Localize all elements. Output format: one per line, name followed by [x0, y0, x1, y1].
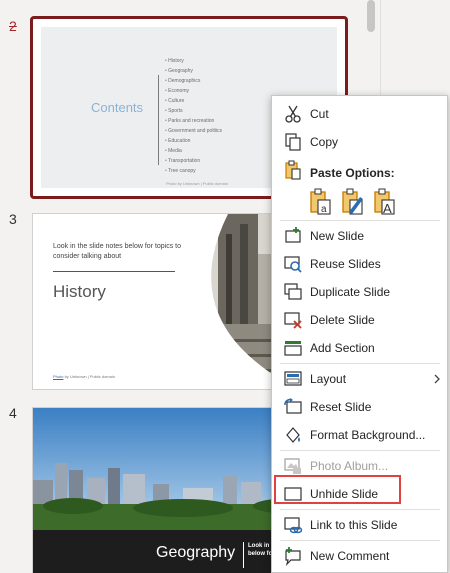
- paste-options-label: Paste Options:: [310, 166, 395, 180]
- menu-item-reset-slide[interactable]: Reset Slide: [272, 395, 447, 419]
- slide-3-credit-link[interactable]: Photo: [53, 374, 63, 379]
- list-item: Education: [165, 136, 222, 146]
- paste-text-only-icon[interactable]: A: [372, 188, 398, 216]
- menu-label: New Comment: [310, 549, 390, 563]
- new-slide-icon: [285, 227, 301, 243]
- slide-3-photo-credit: Photo by Unknown | Public domain: [53, 374, 115, 379]
- list-item: History: [165, 56, 222, 66]
- menu-label: Format Background...: [310, 428, 426, 442]
- new-comment-icon: [285, 547, 301, 566]
- list-item: Transportation: [165, 156, 222, 166]
- menu-label: Link to this Slide: [310, 518, 398, 532]
- menu-label: Duplicate Slide: [310, 285, 391, 299]
- menu-label: Copy: [310, 135, 339, 149]
- menu-label: Reset Slide: [310, 400, 372, 414]
- scissors-icon: [285, 105, 301, 123]
- list-item: Demographics: [165, 76, 222, 86]
- reset-slide-icon: [284, 398, 302, 414]
- slide-3-divider: [53, 271, 175, 272]
- svg-text:a: a: [321, 204, 327, 215]
- menu-separator: [280, 220, 440, 221]
- menu-item-new-comment[interactable]: New Comment: [272, 544, 447, 568]
- delete-slide-icon: [284, 312, 302, 329]
- paste-keep-source-icon[interactable]: a: [308, 188, 334, 216]
- menu-label: Layout: [310, 372, 347, 386]
- scroll-thumb[interactable]: [367, 0, 375, 32]
- add-section-icon: [284, 341, 302, 356]
- menu-item-delete-slide[interactable]: Delete Slide: [272, 308, 447, 332]
- list-item: Media: [165, 146, 222, 156]
- menu-label: Photo Album...: [310, 459, 389, 473]
- slide-number-2: 2: [9, 18, 17, 34]
- svg-text:A: A: [383, 201, 392, 216]
- paste-icon: [285, 160, 301, 180]
- menu-item-duplicate-slide[interactable]: Duplicate Slide: [272, 280, 447, 304]
- layout-icon: [284, 371, 302, 386]
- menu-item-new-slide[interactable]: New Slide: [272, 224, 447, 248]
- slide-3-credit-text: by Unknown | Public domain: [63, 374, 115, 379]
- slide-3-note: Look in the slide notes below for topics…: [53, 243, 182, 260]
- photo-album-icon: [284, 458, 301, 474]
- slide-2-title: Contents: [91, 100, 144, 115]
- slide-2-divider: [158, 75, 159, 165]
- menu-label: Delete Slide: [310, 313, 375, 327]
- slide-3-title: History: [53, 282, 106, 301]
- paste-picture-icon[interactable]: [340, 188, 366, 216]
- menu-label: Add Section: [310, 341, 375, 355]
- menu-separator: [280, 509, 440, 510]
- menu-label: New Slide: [310, 229, 365, 243]
- list-item: Government and politics: [165, 126, 222, 136]
- menu-item-add-section[interactable]: Add Section: [272, 336, 447, 360]
- list-item: Economy: [165, 86, 222, 96]
- menu-item-format-background[interactable]: Format Background...: [272, 423, 447, 447]
- link-icon: [284, 517, 303, 534]
- slide-4-title: Geography: [156, 544, 236, 561]
- menu-item-link-to-slide[interactable]: Link to this Slide: [272, 513, 447, 537]
- menu-item-reuse-slides[interactable]: Reuse Slides: [272, 252, 447, 276]
- menu-label: Reuse Slides: [310, 257, 381, 271]
- chevron-right-icon: [434, 374, 440, 384]
- menu-separator: [280, 450, 440, 451]
- list-item: Culture: [165, 96, 222, 106]
- list-item: Sports: [165, 106, 222, 116]
- slide-4-divider: [243, 542, 244, 568]
- menu-label: Cut: [310, 107, 329, 121]
- menu-item-copy[interactable]: Copy: [272, 130, 447, 154]
- unhide-slide-highlight: [274, 475, 401, 504]
- paste-options-row: a A: [308, 188, 408, 216]
- list-item: Parks and recreation: [165, 116, 222, 126]
- menu-item-cut[interactable]: Cut: [272, 102, 447, 126]
- list-item: Geography: [165, 66, 222, 76]
- duplicate-slide-icon: [284, 283, 302, 300]
- format-background-icon: [286, 427, 300, 443]
- slide-2-photo-credit: Photo by Unknown | Public domain: [166, 181, 228, 186]
- copy-icon: [285, 133, 301, 151]
- menu-item-layout[interactable]: Layout: [272, 367, 447, 391]
- list-item: Tree canopy: [165, 166, 222, 176]
- menu-separator: [280, 363, 440, 364]
- reuse-slides-icon: [284, 256, 302, 273]
- menu-separator: [280, 540, 440, 541]
- slide-number-4: 4: [9, 405, 17, 421]
- slide-number-3: 3: [9, 211, 17, 227]
- slide-2-contents-list: History Geography Demographics Economy C…: [165, 56, 222, 176]
